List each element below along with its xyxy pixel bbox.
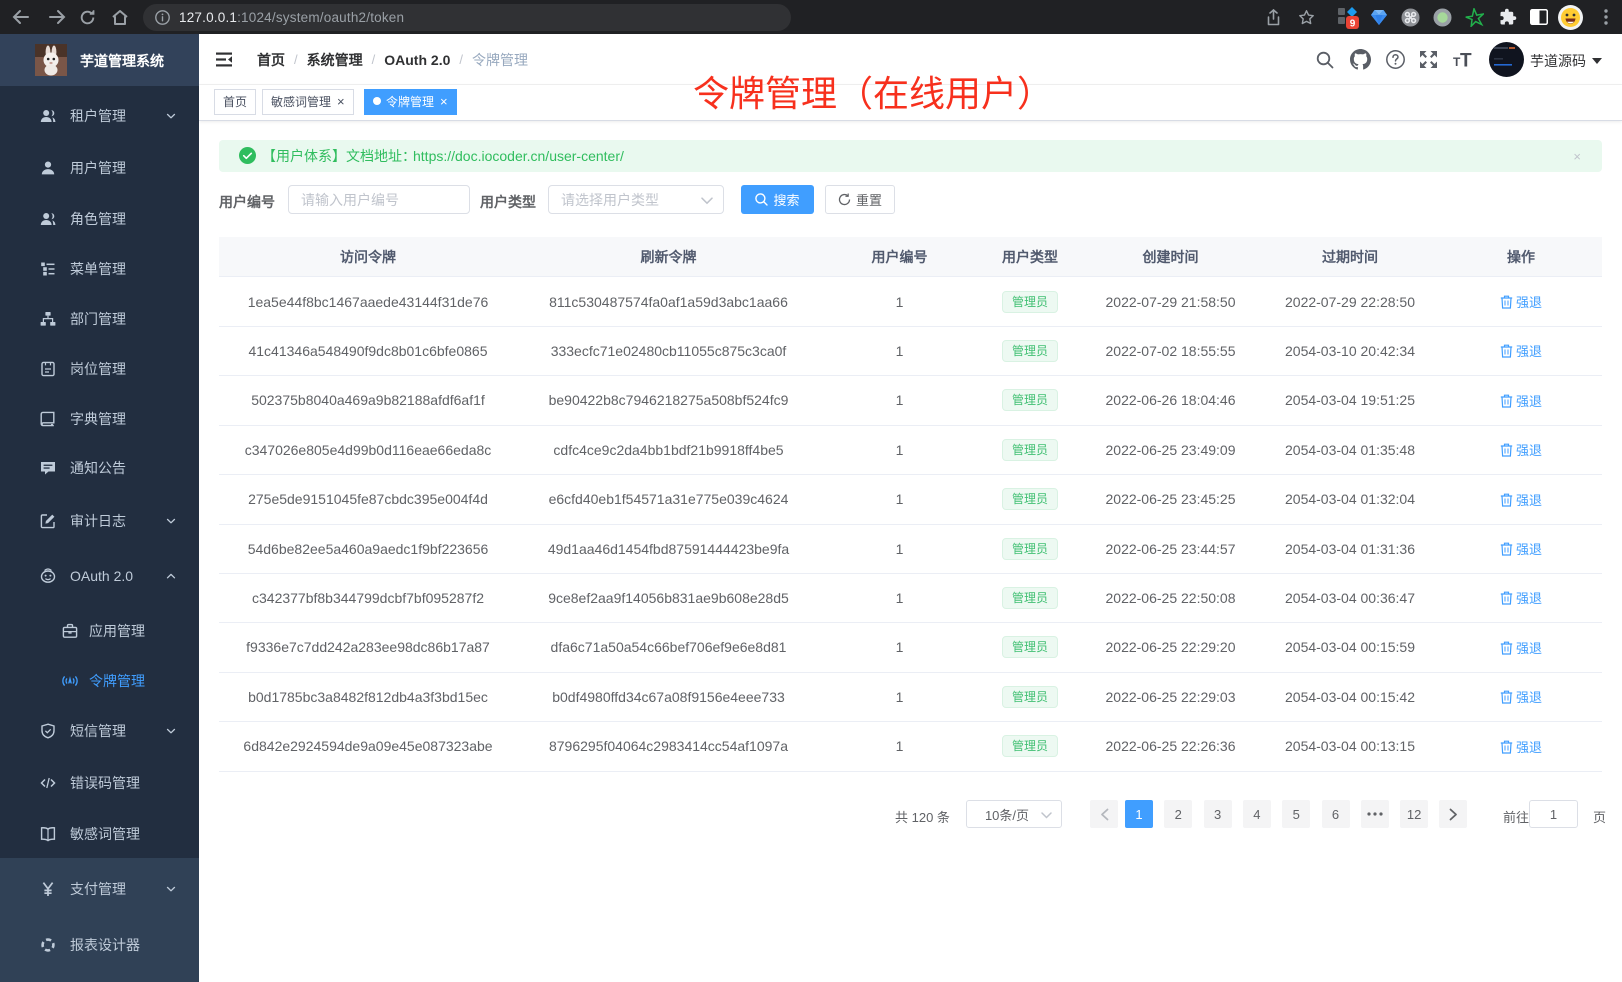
svg-text:9: 9 <box>1350 19 1356 30</box>
svg-text:T: T <box>1460 51 1472 69</box>
